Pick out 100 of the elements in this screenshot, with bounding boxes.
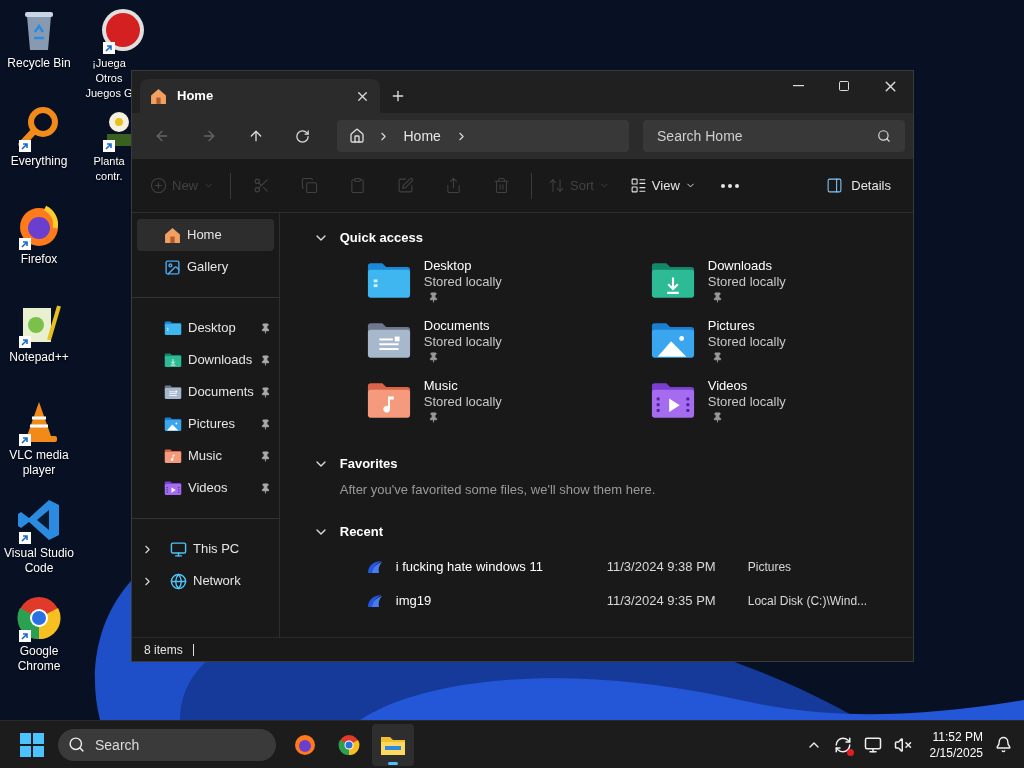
folder-icon	[365, 382, 412, 419]
view-button[interactable]: View	[619, 169, 706, 202]
folder-status: Stored locally	[707, 274, 786, 290]
home-icon	[150, 87, 167, 105]
taskbar-search-field[interactable]: Search	[58, 728, 276, 761]
sidebar-item[interactable]: Pictures	[137, 408, 274, 440]
file-date: 11/3/2024 9:38 PM	[606, 557, 717, 576]
folder-icon	[164, 448, 182, 464]
details-button[interactable]: Details	[816, 169, 901, 202]
file-name: i fucking hate windows 11	[395, 557, 544, 576]
folder-status: Stored locally	[707, 394, 786, 410]
folder-icon	[164, 480, 182, 496]
sync-icon[interactable]	[833, 735, 852, 754]
folder-name: Documents	[423, 318, 491, 334]
quick-access-item[interactable]: Desktop Stored locally	[365, 256, 650, 316]
folder-name: Desktop	[423, 258, 473, 274]
plus-icon	[390, 88, 406, 104]
folder-status: Stored locally	[423, 394, 502, 410]
clock[interactable]: 11:52 PM 2/15/2025	[929, 728, 983, 761]
quick-access-item[interactable]: Documents Stored locally	[365, 316, 650, 376]
sidebar-item[interactable]: This PC	[137, 533, 274, 565]
sidebar-item[interactable]: Downloads	[137, 344, 274, 376]
browser-icon	[293, 732, 317, 757]
empty-message: After you've favorited some files, we'll show them here.	[338, 481, 657, 499]
folder-name: Music	[423, 378, 459, 394]
file-date: 11/3/2024 9:35 PM	[606, 591, 717, 610]
network-icon	[170, 572, 187, 590]
desktop-icon-label[interactable]: Google Chrome	[0, 644, 78, 674]
sidebar-item[interactable]: Videos	[137, 472, 274, 504]
home-icon	[348, 128, 365, 144]
breadcrumb-item[interactable]: Home	[401, 125, 443, 147]
folder-icon	[164, 320, 182, 336]
sidebar-item[interactable]: Desktop	[137, 312, 274, 344]
search-icon	[68, 735, 85, 753]
folder-icon	[649, 262, 696, 299]
active-indicator	[388, 761, 398, 765]
taskbar-app-button[interactable]	[372, 723, 414, 766]
search-field[interactable]: Search Home	[643, 120, 905, 152]
recent-file-row[interactable]: i fucking hate windows 11 11/3/2024 9:38 PM Pictures	[365, 549, 934, 584]
folder-status: Stored locally	[423, 274, 502, 290]
search-icon	[877, 129, 891, 143]
folder-name: Pictures	[707, 318, 756, 334]
address-bar[interactable]: Home	[336, 120, 629, 152]
section-title: Favorites	[339, 455, 398, 474]
sidebar-item[interactable]: Music	[137, 440, 274, 472]
folder-status: Stored locally	[707, 334, 786, 350]
sidebar-item[interactable]: Network	[137, 565, 274, 597]
maximize-icon	[838, 80, 850, 92]
desktop-icon-label[interactable]: VLC media player	[0, 448, 78, 478]
section-title: Recent	[339, 522, 384, 541]
item-count: 8 items	[144, 641, 183, 659]
quick-access-item[interactable]: Music Stored locally	[365, 376, 650, 436]
desktop-icon-label[interactable]: Firefox	[0, 252, 78, 267]
sidebar-item[interactable]: Gallery	[137, 251, 274, 283]
desktop-icon-label[interactable]: Recycle Bin	[0, 56, 78, 71]
sidebar-item[interactable]: Home	[137, 219, 274, 251]
notification-bell-icon[interactable]	[995, 736, 1012, 753]
folder-name: Downloads	[707, 258, 774, 274]
folder-icon	[365, 322, 412, 359]
file-location: Pictures	[747, 558, 792, 576]
details-pane-icon	[826, 177, 844, 194]
browser-icon	[337, 732, 361, 757]
file-name: img19	[395, 591, 433, 610]
scissors-icon	[252, 177, 270, 194]
folder-name: Videos	[707, 378, 749, 394]
folder-icon	[649, 322, 696, 359]
copy-icon	[300, 177, 318, 194]
section-title: Quick access	[339, 229, 423, 248]
tab[interactable]: Home	[140, 79, 380, 113]
folder-icon	[164, 384, 182, 400]
computer-icon	[170, 540, 187, 558]
windows-logo-icon	[20, 732, 44, 757]
file-location: Local Disk (C:)\Wind...	[747, 592, 868, 610]
plus-icon	[150, 177, 167, 194]
folder-status: Stored locally	[423, 334, 502, 350]
trash-icon	[492, 177, 510, 194]
quick-access-item[interactable]: Downloads Stored locally	[649, 256, 934, 316]
folder-icon	[164, 352, 182, 368]
desktop-icon-label[interactable]: Notepad++	[0, 350, 78, 365]
home-icon	[164, 226, 181, 244]
share-icon	[444, 177, 462, 194]
desktop-icon-label[interactable]: Visual Studio Code	[0, 546, 78, 576]
quick-access-item[interactable]: Videos Stored locally	[649, 376, 934, 436]
more-icon	[720, 183, 739, 188]
muted-speaker-icon[interactable]	[893, 735, 912, 754]
desktop-icon-label[interactable]: Planta contr.	[84, 154, 134, 184]
quick-access-item[interactable]: Pictures Stored locally	[649, 316, 934, 376]
network-icon[interactable]	[863, 735, 882, 754]
folder-icon	[365, 262, 412, 299]
sort-icon	[548, 177, 565, 194]
folder-icon	[164, 416, 182, 432]
sidebar-item[interactable]: Documents	[137, 376, 274, 408]
image-file-icon	[365, 592, 384, 609]
list-icon	[629, 177, 647, 194]
rename-icon	[396, 177, 414, 194]
recent-file-row[interactable]: img19 11/3/2024 9:35 PM Local Disk (C:)\Wind...	[365, 583, 934, 618]
refresh-icon	[295, 128, 311, 144]
gallery-icon	[164, 258, 181, 276]
desktop-icon-label[interactable]: Everything	[0, 154, 78, 169]
folder-icon	[649, 382, 696, 419]
